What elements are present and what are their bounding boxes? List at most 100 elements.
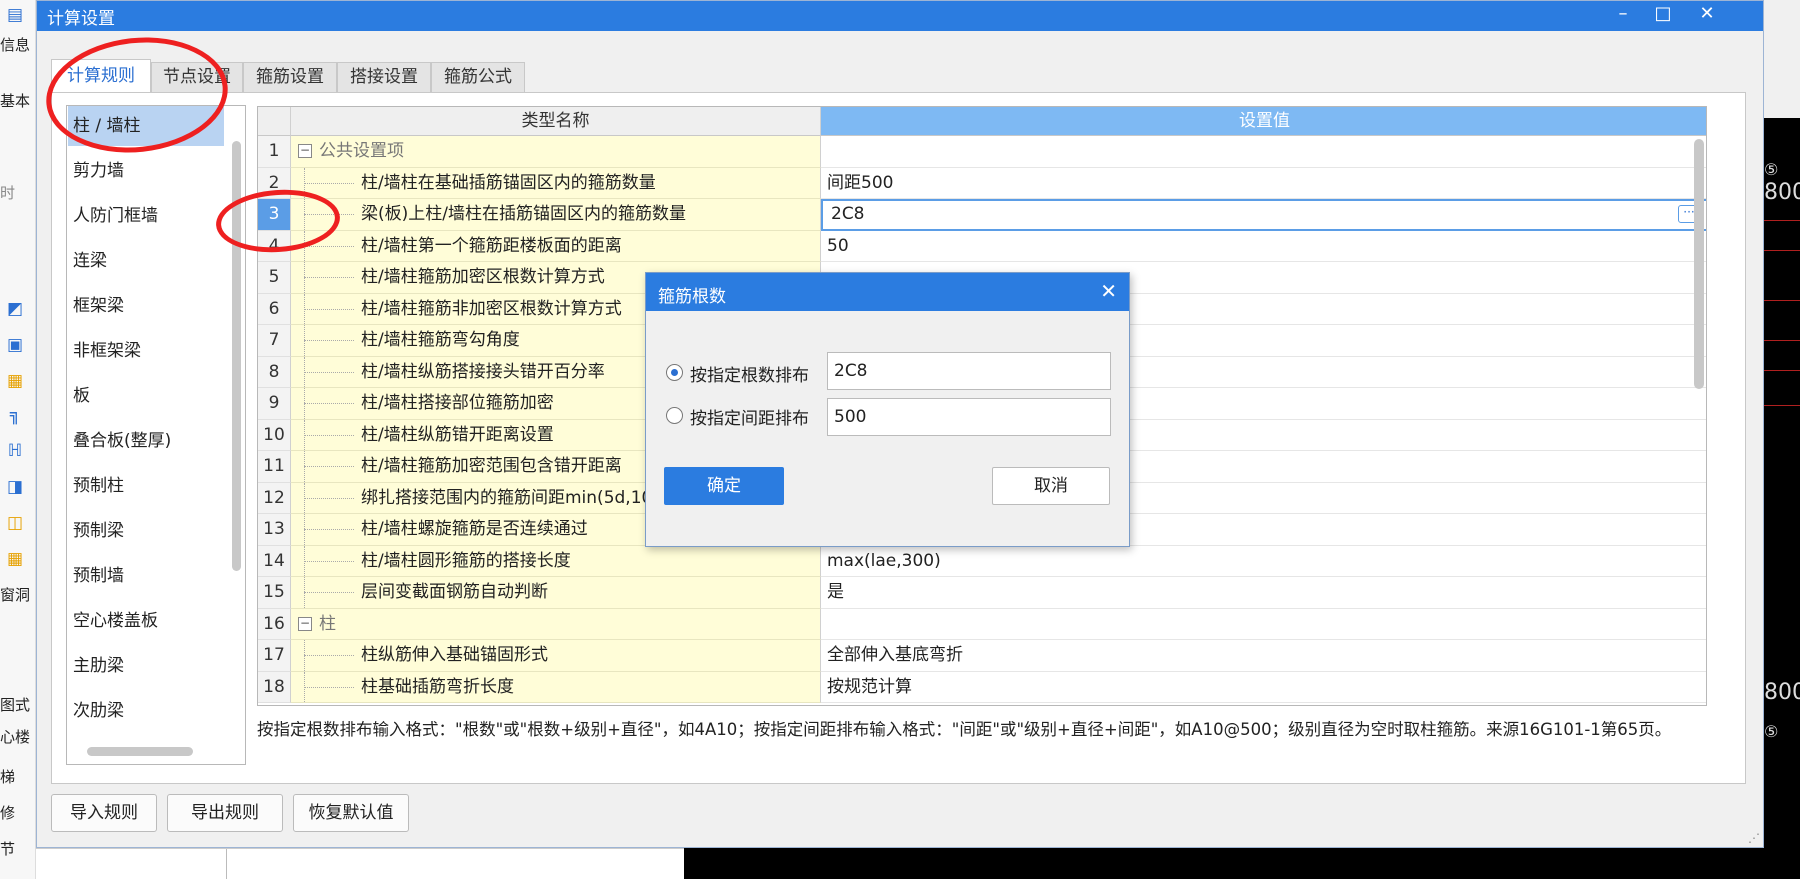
setting-value-cell[interactable]: 间距500 (821, 167, 1706, 199)
category-item[interactable]: 剪力墙 (68, 151, 224, 191)
category-item[interactable]: 板 (68, 376, 224, 416)
table-row[interactable]: 4 柱/墙柱第一个箍筋距楼板面的距离 50 (258, 230, 1706, 262)
dialog-close-button[interactable]: ✕ (1100, 279, 1117, 303)
row-number[interactable]: 10 (258, 419, 291, 451)
restore-defaults-button[interactable]: 恢复默认值 (293, 794, 409, 832)
group-row[interactable]: 16− 柱 (258, 608, 1706, 640)
setting-value-cell[interactable]: 是 (821, 577, 1706, 609)
row-number[interactable]: 14 (258, 545, 291, 577)
collapse-icon[interactable]: − (298, 616, 312, 631)
setting-value-cell[interactable]: max(lae,300) (821, 545, 1706, 577)
table-row[interactable]: 18 柱基础插筋弯折长度 按规范计算 (258, 671, 1706, 703)
table-row[interactable]: 15 层间变截面钢筋自动判断 是 (258, 577, 1706, 609)
tab-stirrup-formula[interactable]: 箍筋公式 (431, 62, 525, 93)
setting-value-text: 间距500 (827, 172, 894, 193)
category-item[interactable]: 主肋梁 (68, 646, 224, 686)
box-icon[interactable]: ◨ (4, 476, 26, 498)
table-row[interactable]: 2 柱/墙柱在基础插筋锚固区内的箍筋数量 间距500 (258, 167, 1706, 199)
row-number[interactable]: 18 (258, 671, 291, 703)
type-name-header: 类型名称 (291, 107, 821, 136)
tree-line (304, 340, 354, 342)
dimension-value: 800 (1764, 680, 1800, 705)
category-item[interactable]: 空心楼盖板 (68, 601, 224, 641)
tree-line (304, 529, 354, 531)
tree-line (304, 403, 354, 405)
column-icon[interactable]: ▣ (4, 334, 26, 356)
table-row[interactable]: 17 柱纵筋伸入基础锚固形式 全部伸入基底弯折 (258, 640, 1706, 672)
category-horizontal-scrollbar[interactable] (87, 747, 193, 756)
setting-value-text: 2C8 (831, 204, 865, 224)
bg-label-basic: 基本 (0, 92, 31, 110)
row-number[interactable]: 16 (258, 608, 291, 640)
type-name-cell: 柱/墙柱圆形箍筋的搭接长度 (291, 545, 821, 577)
stair-icon[interactable]: ╗ (4, 404, 26, 426)
category-item[interactable]: 叠合板(整厚) (68, 421, 224, 461)
setting-value-cell[interactable]: 全部伸入基底弯折 (821, 640, 1706, 672)
spacing-input[interactable]: 500 (827, 398, 1111, 436)
setting-value-cell[interactable]: 按规范计算 (821, 671, 1706, 703)
setting-value-cell[interactable] (821, 136, 1706, 168)
setting-label: 柱纵筋伸入基础锚固形式 (361, 645, 548, 665)
tree-line (304, 592, 354, 594)
row-number[interactable]: 15 (258, 577, 291, 609)
category-item[interactable]: 人防门框墙 (68, 196, 224, 236)
category-item[interactable]: 预制梁 (68, 511, 224, 551)
resize-grip-icon[interactable]: ⋰ (1748, 831, 1760, 845)
window-icon[interactable]: ▦ (4, 548, 26, 570)
ok-button[interactable]: 确定 (664, 467, 784, 505)
radio-by-spacing-label[interactable]: 按指定间距排布 (690, 404, 809, 429)
group-row[interactable]: 1− 公共设置项 (258, 136, 1706, 168)
grid-vertical-scrollbar[interactable] (1694, 139, 1704, 389)
setting-value-cell[interactable]: 2C8 ··· (821, 199, 1706, 231)
window-titlebar[interactable]: 计算设置 – □ ✕ (37, 1, 1763, 31)
tab-stirrup-settings[interactable]: 箍筋设置 (243, 62, 337, 93)
tree-line (304, 686, 354, 688)
table-row[interactable]: 14 柱/墙柱圆形箍筋的搭接长度 max(lae,300) (258, 545, 1706, 577)
category-item[interactable]: 预制墙 (68, 556, 224, 596)
row-number[interactable]: 6 (258, 293, 291, 325)
dialog-title: 箍筋根数 (658, 287, 726, 307)
row-number[interactable]: 9 (258, 388, 291, 420)
row-number[interactable]: 5 (258, 262, 291, 294)
door-icon[interactable]: ◫ (4, 512, 26, 534)
dialog-titlebar[interactable]: 箍筋根数 ✕ (646, 273, 1129, 311)
radio-by-count[interactable] (666, 364, 683, 381)
tab-lap-settings[interactable]: 搭接设置 (337, 62, 431, 93)
setting-value-text: 50 (827, 235, 849, 256)
row-number[interactable]: 8 (258, 356, 291, 388)
import-rules-button[interactable]: 导入规则 (51, 794, 157, 832)
cancel-button[interactable]: 取消 (992, 467, 1110, 505)
setting-value-cell[interactable]: 50 (821, 230, 1706, 262)
maximize-button[interactable]: □ (1643, 1, 1683, 31)
collapse-icon[interactable]: − (298, 144, 312, 158)
row-number[interactable]: 1 (258, 136, 291, 168)
row-number[interactable]: 17 (258, 640, 291, 672)
beam-icon[interactable]: ◩ (4, 298, 26, 320)
row-number[interactable]: 7 (258, 325, 291, 357)
row-number[interactable]: 13 (258, 514, 291, 546)
category-item[interactable]: 框架梁 (68, 286, 224, 326)
bg-label-style: 图式 (0, 696, 31, 714)
tree-line (304, 182, 354, 184)
bg-label-node: 节 (0, 840, 16, 858)
export-rules-button[interactable]: 导出规则 (167, 794, 283, 832)
category-item[interactable]: 次肋梁 (68, 691, 224, 731)
close-window-button[interactable]: ✕ (1687, 1, 1727, 31)
radio-by-count-label[interactable]: 按指定根数排布 (690, 361, 809, 386)
setting-label: 柱/墙柱圆形箍筋的搭接长度 (361, 550, 571, 571)
setting-label: 柱/墙柱纵筋搭接接头错开百分率 (361, 361, 605, 382)
category-item[interactable]: 预制柱 (68, 466, 224, 506)
minimize-button[interactable]: – (1603, 1, 1643, 31)
category-item[interactable]: 非框架梁 (68, 331, 224, 371)
setting-value-cell[interactable] (821, 608, 1706, 640)
rebar-icon[interactable]: ℍ (4, 440, 26, 462)
row-number[interactable]: 12 (258, 482, 291, 514)
setting-value-text: 按规范计算 (827, 676, 912, 697)
table-row[interactable]: 3 梁(板)上柱/墙柱在插筋锚固区内的箍筋数量 2C8 ··· (258, 199, 1706, 231)
radio-by-spacing[interactable] (666, 407, 683, 424)
row-number[interactable]: 11 (258, 451, 291, 483)
drawing-canvas[interactable] (684, 848, 1800, 879)
category-item[interactable]: 连梁 (68, 241, 224, 281)
grid-icon[interactable]: ▦ (4, 370, 26, 392)
count-input[interactable]: 2C8 (827, 352, 1111, 390)
